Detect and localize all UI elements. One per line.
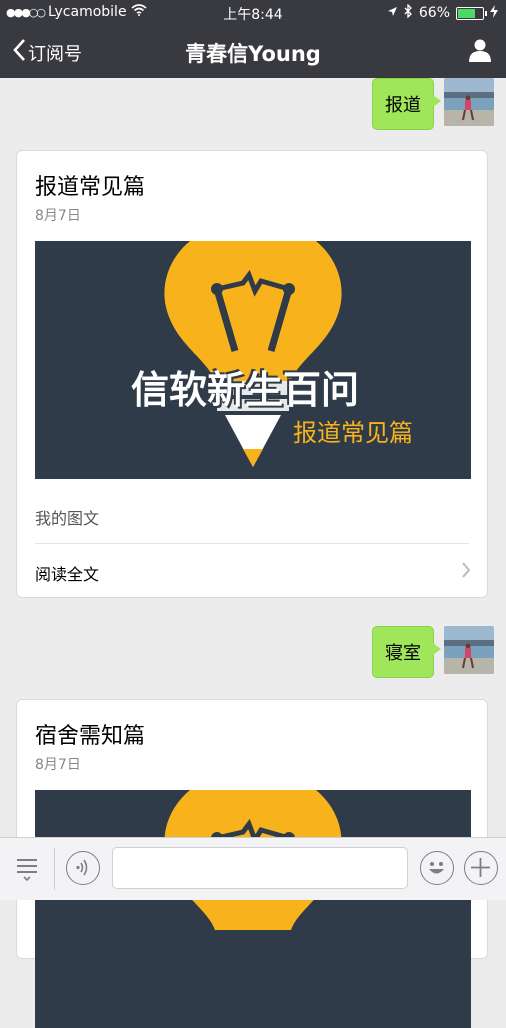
article-summary: 我的图文 bbox=[35, 509, 100, 528]
article-cover-image[interactable] bbox=[35, 790, 471, 1028]
battery-percent: 66% bbox=[418, 5, 450, 21]
article-cover-image[interactable]: 信软新生百问 报道常见篇 bbox=[35, 241, 471, 479]
read-full-text-link[interactable]: 阅读全文 bbox=[35, 561, 99, 585]
menu-list-icon[interactable] bbox=[14, 856, 40, 886]
message-bubble[interactable]: 寝室 bbox=[372, 626, 441, 678]
avatar[interactable] bbox=[444, 78, 494, 126]
cover-subtitle: 报道常见篇 bbox=[293, 419, 413, 447]
article-card[interactable]: 宿舍需知篇 8月7日 bbox=[16, 699, 488, 1028]
cover-title: 信软新生百问 bbox=[131, 368, 360, 412]
nav-bar: 订阅号 青春信Young bbox=[0, 26, 506, 78]
battery-fill bbox=[458, 8, 476, 18]
emoji-icon[interactable] bbox=[420, 851, 454, 885]
article-title[interactable]: 报道常见篇 bbox=[35, 169, 145, 201]
divider bbox=[54, 848, 55, 890]
article-card[interactable]: 报道常见篇 8月7日 信软新生百问 报道常见篇 我的图文 阅读全文 bbox=[16, 150, 488, 598]
status-right: 66% bbox=[387, 3, 498, 22]
article-date: 8月7日 bbox=[35, 757, 81, 773]
lightbulb-pencil-icon bbox=[35, 790, 471, 1028]
article-title[interactable]: 宿舍需知篇 bbox=[35, 718, 145, 750]
location-arrow-icon bbox=[387, 5, 398, 21]
user-icon bbox=[468, 39, 492, 66]
message-input[interactable] bbox=[112, 847, 408, 889]
status-bar: ●●●○○ Lycamobile 上午8:44 66% bbox=[0, 0, 506, 26]
bluetooth-icon bbox=[404, 3, 413, 22]
divider bbox=[35, 543, 469, 544]
charging-icon bbox=[490, 4, 498, 22]
voice-icon[interactable] bbox=[66, 851, 100, 885]
message-row: 寝室 bbox=[372, 626, 494, 678]
avatar[interactable] bbox=[444, 626, 494, 674]
chevron-right-icon[interactable] bbox=[461, 561, 471, 583]
article-date: 8月7日 bbox=[35, 208, 81, 224]
message-row: 报道 bbox=[372, 78, 494, 130]
user-profile-button[interactable] bbox=[468, 38, 492, 66]
battery-icon bbox=[456, 6, 487, 20]
page-title: 青春信Young bbox=[185, 42, 321, 66]
plus-icon[interactable] bbox=[464, 851, 498, 885]
input-toolbar bbox=[0, 837, 506, 900]
message-bubble[interactable]: 报道 bbox=[372, 78, 441, 130]
